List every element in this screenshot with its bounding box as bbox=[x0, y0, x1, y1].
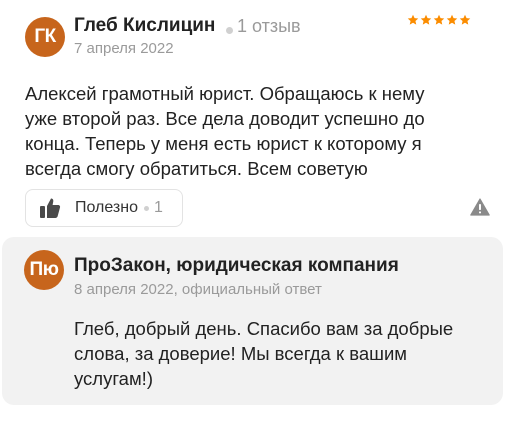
author-reviews-count[interactable]: 1 отзыв bbox=[237, 16, 301, 37]
separator-dot bbox=[144, 205, 149, 211]
rating-stars bbox=[407, 14, 471, 26]
star-icon bbox=[446, 14, 458, 25]
review-text-line: всегда смогу обратиться. Всем советую bbox=[25, 158, 368, 179]
review-text-line: конца. Теперь у меня есть юрист к которо… bbox=[25, 133, 422, 154]
review-text-line: Алексей грамотный юрист. Обращаюсь к нем… bbox=[25, 83, 425, 104]
reply-meta: 8 апреля 2022, официальный ответ bbox=[74, 281, 322, 298]
thumbs-up-icon bbox=[40, 198, 61, 218]
author-avatar[interactable]: ГК bbox=[25, 17, 65, 57]
helpful-button[interactable]: Полезно 1 bbox=[25, 189, 183, 227]
company-avatar[interactable]: Пю bbox=[24, 250, 64, 290]
author-name[interactable]: Глеб Кислицин bbox=[74, 15, 215, 37]
reply-text-line: слова, за доверие! Мы всегда к вашим bbox=[74, 343, 408, 364]
separator-dot bbox=[226, 27, 233, 34]
review-text-line: уже второй раз. Все дела доводит успешно… bbox=[25, 108, 425, 129]
helpful-label: Полезно bbox=[75, 199, 138, 216]
star-icon bbox=[433, 14, 445, 25]
company-name[interactable]: ПроЗакон, юридическая компания bbox=[74, 255, 399, 277]
reply-text: Глеб, добрый день. Спасибо вам за добрые… bbox=[74, 316, 494, 391]
warning-triangle-icon[interactable] bbox=[470, 198, 490, 216]
star-icon bbox=[420, 14, 432, 25]
company-reply: Пю ПроЗакон, юридическая компания 8 апре… bbox=[2, 237, 503, 405]
reply-text-line: услугам!) bbox=[74, 368, 153, 389]
star-icon bbox=[459, 14, 471, 25]
star-icon bbox=[407, 14, 419, 25]
reply-text-line: Глеб, добрый день. Спасибо вам за добрые bbox=[74, 318, 454, 339]
helpful-count: 1 bbox=[154, 199, 163, 216]
review-text: Алексей грамотный юрист. Обращаюсь к нем… bbox=[25, 81, 505, 181]
review-date: 7 апреля 2022 bbox=[74, 40, 174, 57]
